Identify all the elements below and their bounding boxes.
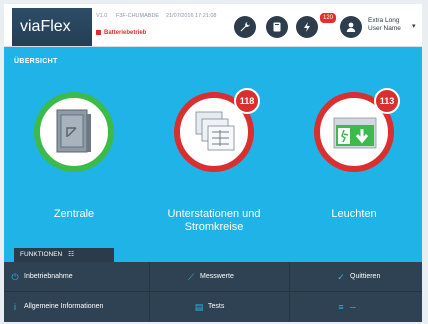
manual-button[interactable] [266,16,288,38]
function-allgemeine-informationen[interactable]: i Allgemeine Informationen [4,292,150,322]
function-more[interactable]: ≡... [290,292,422,322]
book-icon [273,22,281,32]
wrench-icon [240,22,250,32]
device-id-text: F3F-CHUMABDE [116,13,160,19]
datetime-text: 21/07/2016 17:21:08 [166,13,217,19]
info-icon: i [14,302,16,312]
app-window: viaFlex V1.0 F3F-CHUMABDE 21/07/2016 17:… [4,4,422,322]
events-button[interactable] [296,16,318,38]
tile-unterstationen[interactable]: 118 [174,88,260,172]
version-text: V1.0 [96,13,108,19]
function-inbetriebnahme[interactable]: ⏻ Inbetriebnahme [4,262,150,292]
error-count-badge: 118 [234,88,260,114]
function-tests[interactable]: ▤ Tests [150,292,290,322]
chevron-down-icon[interactable]: ▾ [412,22,416,30]
function-quittieren[interactable]: ✓ Quittieren [290,262,422,292]
control-cabinet-icon [56,109,91,153]
overview-title: ÜBERSICHT [14,58,58,65]
functions-tab[interactable]: FUNKTIONEN ☷ [14,248,114,262]
tile-label-unterstationen[interactable]: Unterstationen und Stromkreise [149,208,279,234]
user-name[interactable]: Extra Long User Name [368,17,412,33]
user-icon [346,22,356,32]
power-icon: ⏻ [11,272,19,282]
lightning-icon [304,22,310,32]
functions-grid: ⏻ Inbetriebnahme ⟋ Messwerte ✓ Quittieren i… [4,262,422,322]
menu-icon: ≡ [338,302,344,312]
battery-icon [96,30,101,35]
tile-label-zentrale[interactable]: Zentrale [9,208,139,221]
notification-badge: 120 [319,12,337,24]
header: viaFlex V1.0 F3F-CHUMABDE 21/07/2016 17:… [4,4,422,47]
brand-logo: viaFlex [12,8,92,46]
clipboard-icon: ▤ [194,302,204,312]
user-avatar-button[interactable] [340,16,362,38]
tile-leuchten[interactable]: 113 [314,88,400,172]
functions-title: FUNKTIONEN [20,251,63,258]
tile-zentrale[interactable] [34,92,114,172]
check-icon: ✓ [337,272,345,282]
grid-icon: ☷ [68,251,74,258]
battery-status-label: Batteriebetrieb [104,30,147,36]
error-count-badge: 113 [374,88,400,114]
trend-icon: ⟋ [187,272,195,282]
settings-button[interactable] [234,16,256,38]
function-messwerte[interactable]: ⟋ Messwerte [150,262,290,292]
tile-label-leuchten[interactable]: Leuchten [289,208,419,221]
battery-status: Batteriebetrieb [96,30,146,36]
